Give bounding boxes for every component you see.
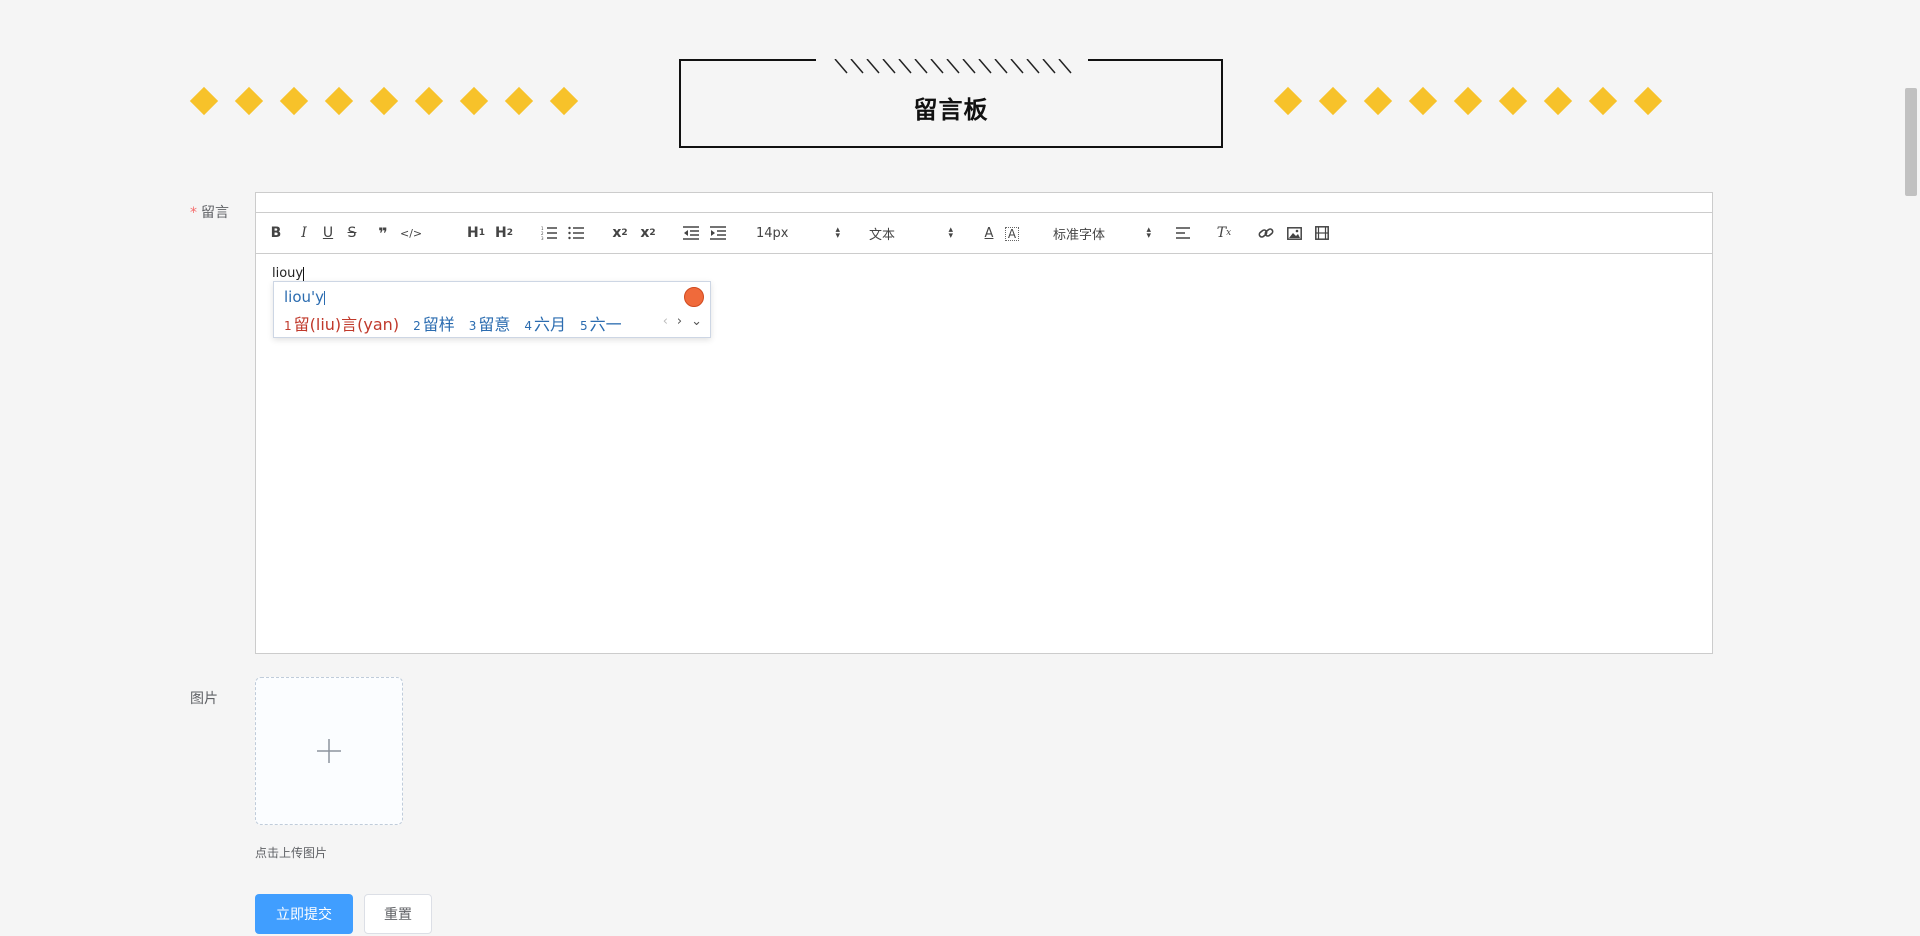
reset-button[interactable]: 重置 (364, 894, 432, 934)
ime-candidate[interactable]: 1 留(liu)言(yan) (284, 311, 399, 335)
text-caret (303, 266, 305, 281)
diamond-icon (324, 86, 354, 116)
blockquote-icon[interactable]: ❞ (373, 223, 393, 243)
diamond-icon (234, 86, 264, 116)
underline-icon[interactable]: U (318, 223, 338, 243)
ime-candidate-text: 留样 (422, 315, 455, 334)
ime-candidate-number: 2 (413, 319, 421, 333)
diamond-icon (414, 86, 444, 116)
ime-candidate-text: 六一 (589, 315, 622, 334)
ime-input-text: liou'y (284, 288, 325, 306)
ime-candidate-window: liou'y 1 留(liu)言(yan) 2 留样 3 留意 4 六月 5 六一 ‹ ›… (273, 281, 711, 338)
picker-arrows-icon: ▴ ▾ (1146, 225, 1151, 241)
ime-candidate[interactable]: 5 六一 (580, 311, 622, 335)
ime-nav: ‹ › ⌄ (663, 314, 702, 329)
bold-icon[interactable]: B (266, 223, 286, 243)
ime-candidate[interactable]: 2 留样 (413, 311, 455, 335)
strike-icon[interactable]: S (342, 223, 362, 243)
diamond-icon (549, 86, 579, 116)
diamond-icon (1318, 86, 1348, 116)
diamond-icon (369, 86, 399, 116)
plus-icon (317, 739, 341, 763)
indent-icon[interactable] (708, 223, 728, 243)
ime-candidate-text: 留(liu)言(yan) (293, 315, 400, 334)
image-icon[interactable] (1284, 223, 1304, 243)
code-icon[interactable]: </> (400, 223, 422, 243)
ime-candidate-number: 5 (580, 319, 588, 333)
outdent-icon[interactable] (681, 223, 701, 243)
diamond-icon (1363, 86, 1393, 116)
diamond-icon (1408, 86, 1438, 116)
picker-arrows-icon: ▴ ▾ (948, 225, 953, 241)
link-icon[interactable] (1256, 223, 1276, 243)
diamond-icon (504, 86, 534, 116)
scrollbar-thumb[interactable] (1905, 88, 1917, 196)
ime-candidate-number: 1 (284, 319, 292, 333)
diamond-icon (1498, 86, 1528, 116)
italic-icon[interactable]: I (294, 223, 314, 243)
page-title: 留言板 (913, 96, 989, 124)
font-color-icon[interactable]: A (979, 223, 999, 243)
submit-button[interactable]: 立即提交 (255, 894, 353, 934)
title-frame: 留言板 (679, 58, 1223, 148)
ime-next-icon[interactable]: › (677, 314, 682, 329)
ime-composition: liou'y (284, 288, 326, 306)
message-label-text: 留言 (201, 205, 229, 221)
ime-candidate-list: 1 留(liu)言(yan) 2 留样 3 留意 4 六月 5 六一 (284, 311, 636, 335)
subscript-icon[interactable]: x2 (610, 223, 630, 243)
svg-text:3: 3 (541, 236, 544, 240)
header-value: 文本 (869, 227, 896, 243)
ime-candidate-number: 3 (468, 319, 477, 333)
diamond-icon (1588, 86, 1618, 116)
video-icon[interactable] (1312, 223, 1332, 243)
bullet-list-icon[interactable] (566, 223, 586, 243)
editor-content: liouy (272, 266, 305, 281)
ime-candidate-number: 4 (524, 319, 533, 333)
diamond-icon (1633, 86, 1663, 116)
picker-arrows-icon: ▴ ▾ (835, 225, 840, 241)
editor-toolbar: B I U S ❞ </> H1 H2 123 x2 x2 14px ▴ ▾ 文本… (255, 212, 1713, 254)
editor-top-border (255, 192, 1713, 213)
editor-text: liouy (272, 266, 304, 281)
diamond-icon (459, 86, 489, 116)
ordered-list-icon[interactable]: 123 (539, 223, 559, 243)
diamond-icon (1453, 86, 1483, 116)
ime-logo-icon (684, 287, 704, 307)
required-mark: * (190, 205, 197, 221)
image-label: 图片 (190, 691, 218, 707)
ime-prev-icon[interactable]: ‹ (663, 314, 668, 329)
diamond-icon (1543, 86, 1573, 116)
ime-candidate[interactable]: 3 留意 (469, 311, 511, 335)
upload-tip: 点击上传图片 (255, 846, 328, 860)
right-diamond-decoration (1273, 86, 1663, 116)
ime-expand-icon[interactable]: ⌄ (691, 314, 702, 329)
image-upload-box[interactable] (255, 677, 403, 825)
clear-format-icon[interactable]: Tx (1214, 223, 1234, 243)
diamond-icon (279, 86, 309, 116)
left-diamond-decoration (189, 86, 579, 116)
h1-icon[interactable]: H1 (466, 223, 486, 243)
ime-candidate-text: 留意 (478, 315, 511, 334)
font-size-value: 14px (756, 225, 789, 241)
ime-candidate-text: 六月 (534, 315, 567, 334)
font-family-picker[interactable]: 标准字体 ▴ ▾ (1053, 223, 1151, 243)
diamond-icon (189, 86, 219, 116)
font-family-value: 标准字体 (1053, 227, 1106, 243)
align-icon[interactable] (1173, 223, 1193, 243)
ime-candidate[interactable]: 4 六月 (524, 311, 566, 335)
superscript-icon[interactable]: x2 (638, 223, 658, 243)
message-label: * 留言 (190, 202, 229, 222)
hatch-decoration-icon (834, 59, 1072, 74)
header-picker[interactable]: 文本 ▴ ▾ (869, 223, 953, 243)
background-color-icon[interactable]: A (1005, 227, 1019, 241)
diamond-icon (1273, 86, 1303, 116)
ime-caret (324, 290, 326, 305)
font-size-picker[interactable]: 14px ▴ ▾ (756, 223, 840, 243)
h2-icon[interactable]: H2 (494, 223, 514, 243)
